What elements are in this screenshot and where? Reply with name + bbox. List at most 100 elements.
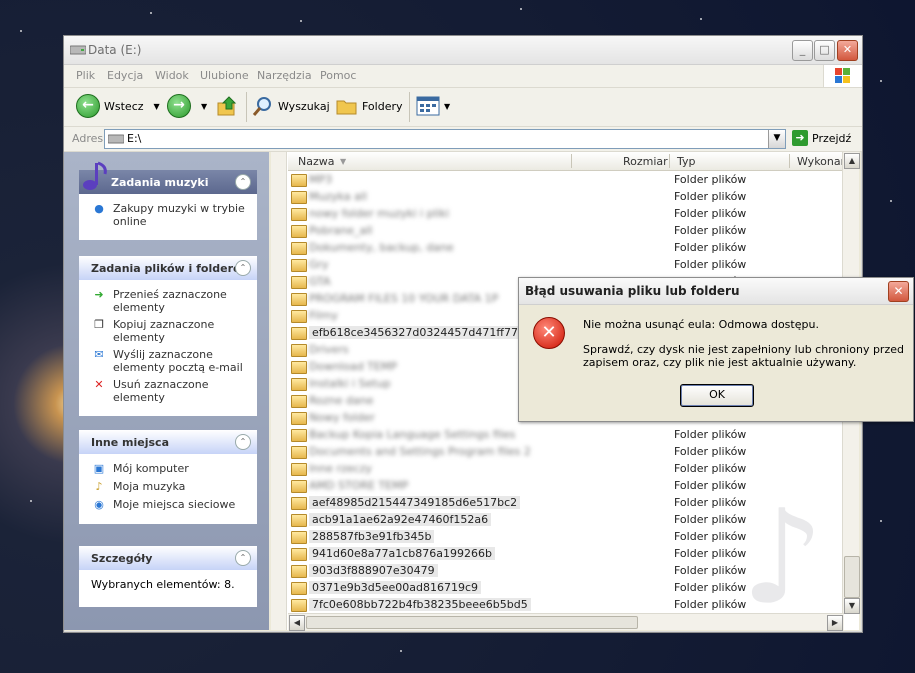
column-size[interactable]: Rozmiar <box>623 155 668 168</box>
file-type: Folder plików <box>674 207 747 220</box>
close-button[interactable]: ✕ <box>837 40 858 61</box>
network-icon: ◉ <box>94 498 104 511</box>
file-row[interactable]: acb91a1ae62a92e47460f152a6 Folder plików <box>288 511 843 528</box>
file-row[interactable]: Pobrane_all Folder plików <box>288 222 843 239</box>
place-my-computer[interactable]: ▣ Mój komputer <box>91 462 247 476</box>
go-button[interactable]: ➜ Przejdź <box>792 130 851 146</box>
horizontal-scrollbar[interactable]: ◀ ▶ <box>288 613 844 631</box>
menu-file[interactable]: Plik <box>76 69 95 82</box>
collapse-icon[interactable]: ⌃ <box>235 434 251 450</box>
file-name: Backup Kopia Language Settings files <box>309 428 516 441</box>
file-row[interactable]: Muzyka all Folder plików <box>288 188 843 205</box>
chevron-down-icon[interactable]: ▼ <box>154 102 160 111</box>
address-input[interactable]: E:\ ▼ <box>104 129 786 149</box>
details-title: Szczegóły <box>91 552 153 565</box>
collapse-icon[interactable]: ⌃ <box>235 550 251 566</box>
scroll-thumb[interactable] <box>844 556 860 598</box>
address-dropdown-button[interactable]: ▼ <box>768 130 785 148</box>
pane-splitter[interactable] <box>271 152 287 630</box>
file-row[interactable]: 941d60e8a77a1cb876a199266b Folder plików <box>288 545 843 562</box>
column-type[interactable]: Typ <box>677 155 696 168</box>
file-row[interactable]: Inne rzeczy Folder plików <box>288 460 843 477</box>
other-places-header[interactable]: Inne miejsca ⌃ <box>79 430 257 454</box>
address-label: Adres <box>72 132 104 145</box>
views-button[interactable]: ▼ <box>416 94 450 118</box>
menu-favorites[interactable]: Ulubione <box>200 69 249 82</box>
file-tasks-title: Zadania plików i folderów <box>91 262 251 275</box>
chevron-down-icon[interactable]: ▼ <box>444 102 450 111</box>
collapse-icon[interactable]: ⌃ <box>235 260 251 276</box>
ok-button[interactable]: OK <box>680 384 754 407</box>
forward-button[interactable]: → ▼ <box>167 94 207 118</box>
file-row[interactable]: MP3 Folder plików <box>288 171 843 188</box>
place-network[interactable]: ◉ Moje miejsca sieciowe <box>91 498 247 512</box>
file-tasks-header[interactable]: Zadania plików i folderów ⌃ <box>79 256 257 280</box>
file-name: efb618ce3456327d0324457d471ff778 <box>309 326 528 339</box>
column-divider[interactable] <box>789 154 790 168</box>
file-type: Folder plików <box>674 173 747 186</box>
file-row[interactable]: 903d3f888907e30479 Folder plików <box>288 562 843 579</box>
file-name: PROGRAM FILES 10 YOUR DATA 1P <box>309 292 499 305</box>
star <box>700 18 702 20</box>
place-my-music[interactable]: ♪ Moja muzyka <box>91 480 247 494</box>
scroll-up-button[interactable]: ▲ <box>844 153 860 169</box>
star <box>880 520 882 522</box>
folder-icon <box>291 429 307 442</box>
globe-icon: ● <box>94 202 104 215</box>
dialog-title-bar[interactable]: Błąd usuwania pliku lub folderu ✕ <box>519 278 913 305</box>
folder-icon <box>291 310 307 323</box>
column-name[interactable]: Nazwa <box>298 155 334 168</box>
task-move-selected[interactable]: ➜ Przenieś zaznaczone elementy <box>91 288 247 314</box>
file-type: Folder plików <box>674 241 747 254</box>
menu-tools[interactable]: Narzędzia <box>257 69 312 82</box>
task-email-selected[interactable]: ✉ Wyślij zaznaczone elementy pocztą e-mai… <box>91 348 247 374</box>
menu-edit[interactable]: Edycja <box>107 69 143 82</box>
up-folder-button[interactable] <box>216 94 238 118</box>
file-row[interactable]: Backup Kopia Language Settings files Fold… <box>288 426 843 443</box>
task-label: Mój komputer <box>113 462 189 475</box>
folder-icon <box>291 463 307 476</box>
music-tasks-header[interactable]: Zadania muzyki ⌃ <box>79 161 257 194</box>
file-name: Pobrane_all <box>309 224 373 237</box>
file-row[interactable]: AMD STORE TEMP Folder plików <box>288 477 843 494</box>
maximize-button[interactable]: □ <box>814 40 835 61</box>
scroll-right-button[interactable]: ▶ <box>827 615 843 631</box>
file-row[interactable]: aef48985d215447349185d6e517bc2 Folder pli… <box>288 494 843 511</box>
file-row[interactable]: Documents and Settings Program files 2 Fo… <box>288 443 843 460</box>
details-text: Wybranych elementów: 8. <box>91 578 235 591</box>
music-tasks-body: ● Zakupy muzyki w trybie online <box>79 194 257 240</box>
other-places-title: Inne miejsca <box>91 436 169 449</box>
delete-icon: ✕ <box>94 378 104 391</box>
other-places-body: ▣ Mój komputer ♪ Moja muzyka ◉ Moje miejsca… <box>79 454 257 524</box>
collapse-icon[interactable]: ⌃ <box>235 174 251 190</box>
back-button[interactable]: ← Wstecz ▼ <box>76 94 160 118</box>
title-bar[interactable]: Data (E:) _ □ ✕ <box>64 36 862 65</box>
scroll-thumb[interactable] <box>306 616 638 629</box>
dialog-close-button[interactable]: ✕ <box>888 281 909 302</box>
file-row[interactable]: 288587fb3e91fb345b Folder plików <box>288 528 843 545</box>
file-row[interactable]: 7fc0e608bb722b4fb38235beee6b5bd5 Folder p… <box>288 596 843 613</box>
file-row[interactable]: 0371e9b3d5ee00ad816719c9 Folder plików <box>288 579 843 596</box>
folders-button[interactable]: Foldery <box>336 94 403 118</box>
task-delete-selected[interactable]: ✕ Usuń zaznaczone elementy <box>91 378 247 404</box>
file-row[interactable]: nowy folder muzyki i pliki Folder plików <box>288 205 843 222</box>
chevron-down-icon[interactable]: ▼ <box>201 102 207 111</box>
file-row[interactable]: Dokumenty, backup, dane Folder plików <box>288 239 843 256</box>
column-divider[interactable] <box>571 154 572 168</box>
menu-help[interactable]: Pomoc <box>320 69 356 82</box>
menu-view[interactable]: Widok <box>155 69 189 82</box>
scroll-left-button[interactable]: ◀ <box>289 615 305 631</box>
column-divider[interactable] <box>669 154 670 168</box>
file-row[interactable]: Gry Folder plików <box>288 256 843 273</box>
minimize-button[interactable]: _ <box>792 40 813 61</box>
scroll-down-button[interactable]: ▼ <box>844 598 860 614</box>
folder-icon <box>291 276 307 289</box>
star <box>880 80 882 82</box>
file-name: 7fc0e608bb722b4fb38235beee6b5bd5 <box>309 598 531 611</box>
search-button[interactable]: Wyszukaj <box>252 94 330 118</box>
details-header[interactable]: Szczegóły ⌃ <box>79 546 257 570</box>
folder-icon <box>291 480 307 493</box>
dialog-message: Nie można usunąć eula: Odmowa dostępu. <box>583 318 819 331</box>
task-copy-selected[interactable]: ❐ Kopiuj zaznaczone elementy <box>91 318 247 344</box>
task-buy-music-online[interactable]: ● Zakupy muzyki w trybie online <box>91 202 247 228</box>
